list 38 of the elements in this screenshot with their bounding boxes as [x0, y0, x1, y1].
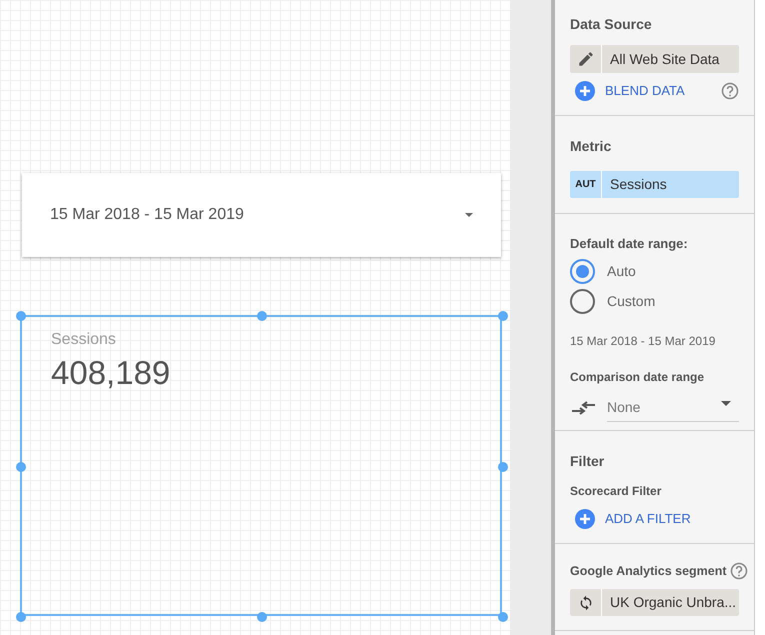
radio-label: Auto [607, 262, 636, 280]
resize-handle[interactable] [498, 311, 508, 321]
resize-handle[interactable] [498, 462, 508, 472]
add-icon [575, 508, 595, 528]
metric-chip[interactable]: AUT Sessions [570, 171, 739, 198]
resize-handle[interactable] [16, 462, 26, 472]
data-source-chip[interactable]: All Web Site Data [570, 45, 739, 73]
resize-handle[interactable] [498, 612, 508, 622]
section-heading: Metric [570, 137, 612, 156]
field-label: Comparison date range [570, 368, 706, 386]
dropdown-caret-icon [721, 400, 731, 406]
radio-button[interactable] [570, 258, 595, 284]
radio-label: Custom [607, 292, 656, 310]
text-link[interactable]: BLEND DATA [605, 81, 685, 101]
scorecard[interactable]: Sessions 408,189 [20, 315, 502, 616]
text-link[interactable]: ADD A FILTER [605, 508, 691, 528]
segment-chip[interactable]: UK Organic Unbra... [570, 589, 739, 616]
scorecard-value: 408,189 [51, 353, 170, 393]
metric-type-label: AUT [570, 171, 602, 198]
section-heading: Default date range: [570, 235, 689, 253]
radio-button[interactable] [570, 288, 595, 314]
section-heading: Filter [570, 452, 606, 470]
comparison-dropdown[interactable]: None [607, 394, 739, 422]
scorecard-label: Sessions [51, 330, 116, 350]
date-range-control[interactable]: 15 Mar 2018 - 15 Mar 2019 [22, 173, 501, 257]
date-range-text: 15 Mar 2018 - 15 Mar 2019 [570, 332, 716, 350]
resize-handle[interactable] [16, 612, 26, 622]
resize-handle[interactable] [257, 311, 267, 321]
field-label: Scorecard Filter [570, 482, 662, 500]
help-icon[interactable] [721, 82, 739, 100]
dropdown-caret-icon [465, 213, 473, 217]
resize-handle[interactable] [257, 612, 267, 622]
add-icon [575, 81, 595, 101]
section-heading: Data Source [570, 15, 653, 34]
section-heading: Google Analytics segment [570, 562, 727, 580]
help-icon[interactable] [730, 562, 748, 580]
compare-arrows-icon [570, 400, 597, 416]
resize-handle[interactable] [16, 311, 26, 321]
